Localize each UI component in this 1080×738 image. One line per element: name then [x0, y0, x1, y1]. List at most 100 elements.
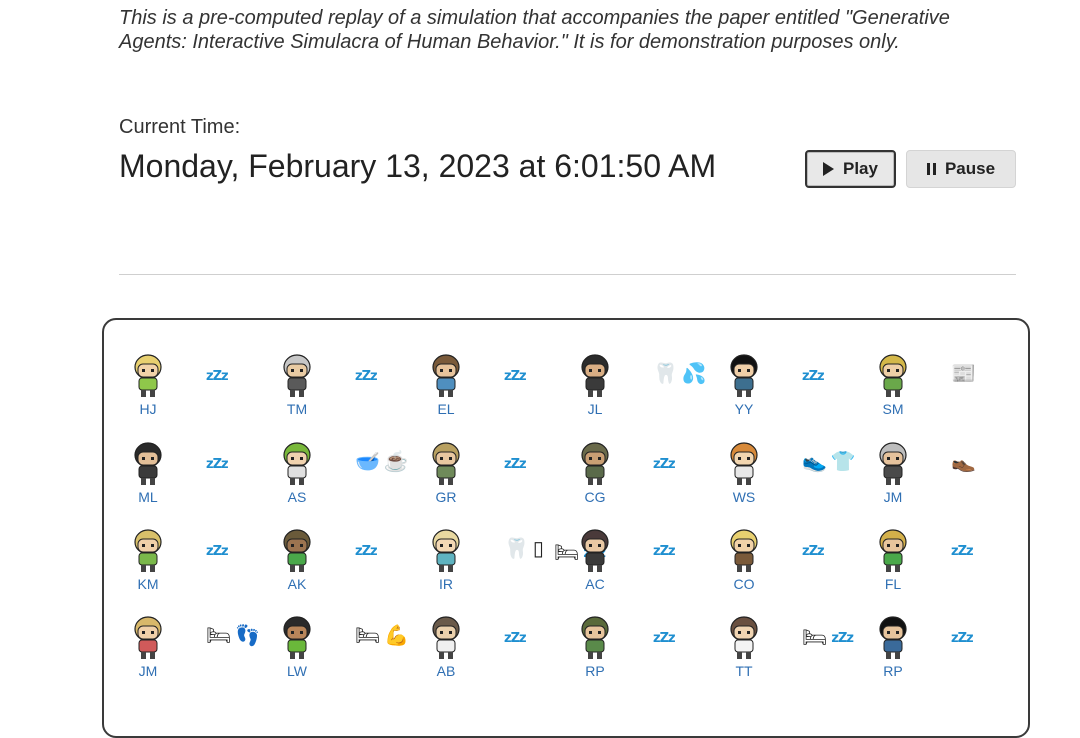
agent-initials: LW — [287, 663, 307, 679]
empty-box-icon: ▯ — [532, 538, 544, 560]
agent-initials: YY — [734, 401, 754, 417]
agent-status: zZz — [653, 450, 676, 477]
zzz-icon: zZz — [653, 544, 676, 559]
agent-status: zZz — [355, 537, 378, 564]
agent-initials: AC — [585, 576, 605, 592]
zzz-icon: zZz — [802, 369, 825, 384]
agent-avatar[interactable]: LW — [275, 614, 319, 686]
play-label: Play — [843, 159, 878, 178]
agent-initials: HJ — [139, 401, 157, 417]
agent-avatar[interactable]: AB — [424, 614, 468, 686]
agent-initials: JM — [883, 489, 903, 505]
agent-status: 🥣 ☕ — [355, 450, 409, 474]
agent-status: zZz — [653, 537, 676, 564]
zzz-icon: zZz — [802, 544, 825, 559]
agent-avatar[interactable]: EL — [424, 352, 468, 424]
agent-avatar[interactable]: RP — [573, 614, 617, 686]
agent-initials: EL — [437, 401, 455, 417]
agent-avatar[interactable]: CG — [573, 440, 617, 512]
agent-status: zZz — [206, 537, 229, 564]
coffee-icon: ☕ — [383, 451, 409, 473]
tooth-icon: 🦷 — [653, 363, 678, 385]
agent-avatar[interactable]: JM — [126, 614, 170, 686]
bed-icon: 🛏 — [206, 625, 232, 647]
agent-status: 🛏 👣 — [206, 624, 260, 648]
agent-status: zZz — [802, 362, 825, 389]
agent-avatar[interactable]: AC — [573, 527, 617, 599]
newspaper-icon: 📰 — [951, 363, 976, 385]
zzz-icon: zZz — [504, 457, 527, 472]
pause-icon — [926, 163, 936, 175]
soup-bowl-icon: 🥣 — [355, 451, 380, 473]
shoe-icon: 👞 — [951, 451, 976, 473]
zzz-icon: zZz — [951, 631, 974, 646]
intro-text: This is a pre-computed replay of a simul… — [119, 7, 950, 53]
zzz-icon: zZz — [951, 544, 974, 559]
agent-initials: IR — [439, 576, 453, 592]
agent-avatar[interactable]: RP — [871, 614, 915, 686]
zzz-icon: zZz — [355, 544, 378, 559]
agent-status: 🛏zZz — [802, 624, 854, 651]
zzz-icon: zZz — [355, 369, 378, 384]
sweat-drops-icon: 💦 — [681, 363, 707, 385]
agent-status: zZz — [504, 362, 527, 389]
play-icon — [823, 162, 834, 176]
agent-avatar[interactable]: AK — [275, 527, 319, 599]
bed-icon: 🛏 — [802, 626, 828, 649]
agent-avatar[interactable]: GR — [424, 440, 468, 512]
agent-avatar[interactable]: WS — [722, 440, 766, 512]
agent-avatar[interactable]: HJ — [126, 352, 170, 424]
agent-status: zZz — [504, 450, 527, 477]
pause-button[interactable]: Pause — [906, 150, 1016, 188]
agent-initials: JL — [587, 401, 603, 417]
agent-avatar[interactable]: SM — [871, 352, 915, 424]
agent-avatar[interactable]: TM — [275, 352, 319, 424]
agent-avatar[interactable]: ML — [126, 440, 170, 512]
zzz-icon: zZz — [206, 457, 229, 472]
zzz-icon: zZz — [653, 457, 676, 472]
tshirt-icon: 👕 — [830, 451, 856, 473]
agent-initials: CO — [733, 576, 755, 592]
sneaker-icon: 👟 — [802, 451, 827, 473]
agent-status: zZz — [206, 450, 229, 477]
flexed-arm-icon: 💪 — [384, 625, 410, 647]
zzz-icon: zZz — [653, 631, 676, 646]
agent-status: 🛏 💪 — [355, 624, 409, 648]
agent-avatar[interactable]: IR — [424, 527, 468, 599]
agent-avatar[interactable]: AS — [275, 440, 319, 512]
agent-initials: AS — [287, 489, 307, 505]
agent-status: zZz — [206, 362, 229, 389]
agent-avatar[interactable]: YY — [722, 352, 766, 424]
agent-status: 🦷 ▯ — [504, 537, 544, 561]
agent-status: zZz — [653, 624, 676, 651]
bed-icon: 🛏 — [355, 625, 381, 647]
agent-initials: AK — [287, 576, 307, 592]
pause-label: Pause — [944, 159, 996, 178]
agent-avatar[interactable]: CO — [722, 527, 766, 599]
divider — [119, 274, 1016, 275]
agents-panel: HJ zZz TM zZz EL zZz JL 🦷 💦 YY zZz SM 📰 ML zZz AS 🥣 ☕ GR zZ… — [102, 318, 1030, 738]
agent-initials: SM — [882, 401, 904, 417]
footprints-icon: 👣 — [235, 625, 261, 647]
agent-initials: TT — [735, 663, 753, 679]
agent-status: 👟 👕 — [802, 450, 856, 474]
agent-status: 📰 — [951, 362, 976, 386]
zzz-icon: zZz — [831, 631, 854, 646]
zzz-icon: zZz — [206, 369, 229, 384]
agent-avatar[interactable]: FL — [871, 527, 915, 599]
agent-avatar[interactable]: TT — [722, 614, 766, 686]
agent-status: zZz — [802, 537, 825, 564]
agent-status: 🦷 💦 — [653, 362, 707, 386]
agent-initials: CG — [584, 489, 606, 505]
play-button[interactable]: Play — [805, 150, 896, 188]
agent-initials: ML — [138, 489, 158, 505]
current-time-value: Monday, February 13, 2023 at 6:01:50 AM — [119, 148, 717, 184]
current-time-label: Current Time: — [119, 116, 241, 138]
agent-status: zZz — [504, 624, 527, 651]
agent-avatar[interactable]: JL — [573, 352, 617, 424]
agent-status: 👞 — [951, 450, 976, 474]
agent-initials: RP — [883, 663, 903, 679]
agent-avatar[interactable]: JM — [871, 440, 915, 512]
agent-avatar[interactable]: KM — [126, 527, 170, 599]
zzz-icon: zZz — [504, 369, 527, 384]
